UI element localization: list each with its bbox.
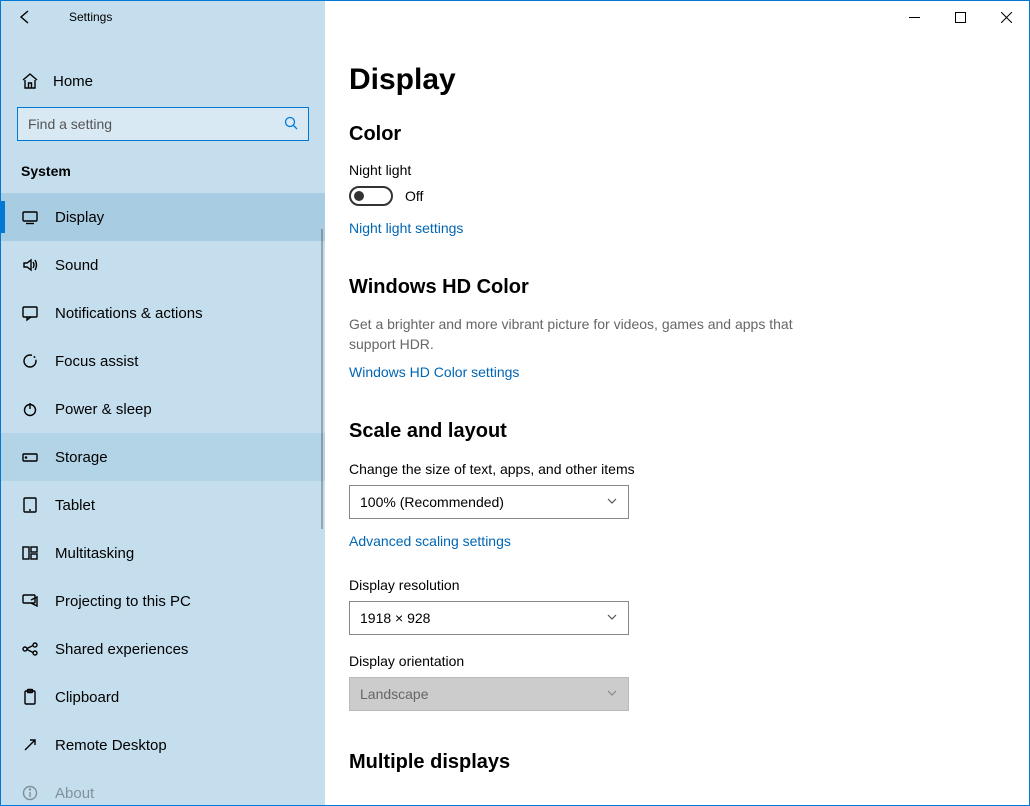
shared-experiences-icon bbox=[21, 640, 55, 658]
section-scale-heading: Scale and layout bbox=[349, 420, 989, 443]
sidebar-item-about[interactable]: About bbox=[1, 769, 325, 805]
sidebar-item-clipboard[interactable]: Clipboard bbox=[1, 673, 325, 721]
sidebar-item-label: Remote Desktop bbox=[55, 737, 167, 754]
sidebar-item-label: Projecting to this PC bbox=[55, 593, 191, 610]
section-color-heading: Color bbox=[349, 123, 989, 146]
home-label: Home bbox=[53, 73, 93, 90]
sound-icon bbox=[21, 256, 55, 274]
night-light-toggle[interactable] bbox=[349, 186, 393, 206]
sidebar-item-display[interactable]: Display bbox=[1, 193, 325, 241]
sidebar-item-label: Power & sleep bbox=[55, 401, 152, 418]
sidebar-item-sound[interactable]: Sound bbox=[1, 241, 325, 289]
maximize-button[interactable] bbox=[937, 1, 983, 33]
window-title: Settings bbox=[49, 10, 112, 24]
text-size-value: 100% (Recommended) bbox=[360, 494, 504, 510]
home-icon bbox=[21, 72, 53, 90]
sidebar-item-label: Focus assist bbox=[55, 353, 138, 370]
about-icon bbox=[21, 784, 55, 802]
advanced-scaling-link[interactable]: Advanced scaling settings bbox=[349, 533, 511, 549]
focus-assist-icon bbox=[21, 352, 55, 370]
sidebar-item-label: Display bbox=[55, 209, 104, 226]
hdcolor-description: Get a brighter and more vibrant picture … bbox=[349, 315, 829, 354]
section-multiple-heading: Multiple displays bbox=[349, 751, 989, 774]
sidebar-item-label: About bbox=[55, 785, 94, 802]
night-light-settings-link[interactable]: Night light settings bbox=[349, 220, 463, 236]
window-controls bbox=[891, 1, 1029, 33]
orientation-value: Landscape bbox=[360, 686, 429, 702]
resolution-value: 1918 × 928 bbox=[360, 610, 430, 626]
settings-window: Settings Home bbox=[0, 0, 1030, 806]
category-label: System bbox=[1, 155, 325, 193]
projecting-icon bbox=[21, 592, 55, 610]
power-icon bbox=[21, 400, 55, 418]
resolution-select[interactable]: 1918 × 928 bbox=[349, 601, 629, 635]
sidebar-item-label: Notifications & actions bbox=[55, 305, 203, 322]
close-icon bbox=[1001, 12, 1012, 23]
toggle-knob bbox=[354, 191, 364, 201]
back-button[interactable] bbox=[1, 1, 49, 33]
home-link[interactable]: Home bbox=[1, 61, 325, 101]
section-hdcolor-heading: Windows HD Color bbox=[349, 276, 989, 299]
sidebar-item-label: Storage bbox=[55, 449, 108, 466]
clipboard-icon bbox=[21, 688, 55, 706]
sidebar: Home System Display Sound bbox=[1, 33, 325, 805]
sidebar-item-focus-assist[interactable]: Focus assist bbox=[1, 337, 325, 385]
titlebar: Settings bbox=[1, 1, 1029, 33]
maximize-icon bbox=[955, 12, 966, 23]
sidebar-item-label: Multitasking bbox=[55, 545, 134, 562]
chevron-down-icon bbox=[606, 611, 618, 626]
sidebar-item-label: Sound bbox=[55, 257, 98, 274]
minimize-button[interactable] bbox=[891, 1, 937, 33]
display-icon bbox=[21, 208, 55, 226]
close-button[interactable] bbox=[983, 1, 1029, 33]
hdcolor-settings-link[interactable]: Windows HD Color settings bbox=[349, 364, 519, 380]
tablet-icon bbox=[21, 496, 55, 514]
search-box[interactable] bbox=[17, 107, 309, 141]
multitasking-icon bbox=[21, 544, 55, 562]
sidebar-item-storage[interactable]: Storage bbox=[1, 433, 325, 481]
sidebar-item-remote-desktop[interactable]: Remote Desktop bbox=[1, 721, 325, 769]
storage-icon bbox=[21, 448, 55, 466]
chevron-down-icon bbox=[606, 687, 618, 702]
text-size-label: Change the size of text, apps, and other… bbox=[349, 461, 989, 477]
arrow-left-icon bbox=[16, 8, 34, 26]
resolution-label: Display resolution bbox=[349, 577, 989, 593]
orientation-select: Landscape bbox=[349, 677, 629, 711]
page-title: Display bbox=[349, 63, 989, 97]
sidebar-item-notifications[interactable]: Notifications & actions bbox=[1, 289, 325, 337]
notifications-icon bbox=[21, 304, 55, 322]
sidebar-item-tablet[interactable]: Tablet bbox=[1, 481, 325, 529]
night-light-state: Off bbox=[405, 188, 423, 204]
remote-desktop-icon bbox=[21, 736, 55, 754]
text-size-select[interactable]: 100% (Recommended) bbox=[349, 485, 629, 519]
search-icon bbox=[284, 116, 298, 133]
content-pane: Display Color Night light Off Night ligh… bbox=[325, 33, 1029, 805]
sidebar-item-multitasking[interactable]: Multitasking bbox=[1, 529, 325, 577]
sidebar-item-label: Tablet bbox=[55, 497, 95, 514]
sidebar-item-label: Shared experiences bbox=[55, 641, 188, 658]
sidebar-item-projecting[interactable]: Projecting to this PC bbox=[1, 577, 325, 625]
night-light-label: Night light bbox=[349, 162, 989, 178]
sidebar-scrollbar[interactable] bbox=[321, 229, 323, 529]
search-input[interactable] bbox=[28, 116, 268, 132]
minimize-icon bbox=[909, 12, 920, 23]
sidebar-item-power-sleep[interactable]: Power & sleep bbox=[1, 385, 325, 433]
orientation-label: Display orientation bbox=[349, 653, 989, 669]
chevron-down-icon bbox=[606, 495, 618, 510]
sidebar-item-label: Clipboard bbox=[55, 689, 119, 706]
sidebar-item-shared-experiences[interactable]: Shared experiences bbox=[1, 625, 325, 673]
